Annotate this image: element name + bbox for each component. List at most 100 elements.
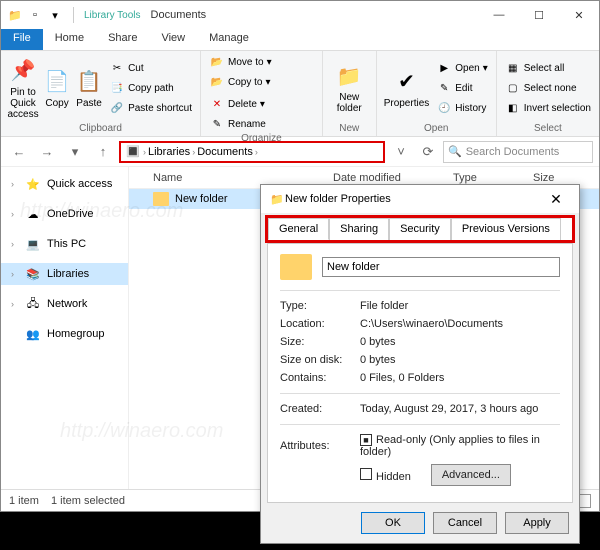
- advanced-button[interactable]: Advanced...: [431, 464, 511, 486]
- search-input[interactable]: 🔍 Search Documents: [443, 141, 593, 163]
- copy-to-button[interactable]: 📂Copy to▾: [207, 73, 274, 91]
- nav-homegroup[interactable]: 👥Homegroup: [1, 323, 128, 345]
- open-icon: ▶: [436, 60, 452, 76]
- invert-selection-button[interactable]: ◧Invert selection: [503, 99, 593, 117]
- paste-label: Paste: [76, 98, 102, 109]
- window-title: Documents: [147, 9, 479, 21]
- dialog-buttons: OK Cancel Apply: [261, 503, 579, 543]
- navigation-pane: ›⭐Quick access ›☁OneDrive ›💻This PC ›📚Li…: [1, 167, 129, 489]
- copy-path-button[interactable]: 📑Copy path: [107, 79, 194, 97]
- dialog-close-button[interactable]: ✕: [541, 191, 571, 208]
- qat-icon[interactable]: ▫: [27, 7, 43, 23]
- move-to-button[interactable]: 📂Move to▾: [207, 53, 274, 71]
- rename-icon: ✎: [209, 116, 225, 132]
- col-date[interactable]: Date modified: [333, 172, 453, 184]
- breadcrumb-root-icon[interactable]: 🔳: [125, 144, 141, 160]
- folder-icon: 📁: [269, 191, 285, 207]
- cut-button[interactable]: ✂Cut: [107, 59, 194, 77]
- size-value: 0 bytes: [360, 336, 560, 348]
- nav-quick-access[interactable]: ›⭐Quick access: [1, 173, 128, 195]
- paste-shortcut-button[interactable]: 🔗Paste shortcut: [107, 99, 194, 117]
- tab-home[interactable]: Home: [43, 29, 96, 50]
- delete-button[interactable]: ✕Delete▾: [207, 95, 268, 113]
- copy-path-icon: 📑: [109, 80, 125, 96]
- recent-locations-button[interactable]: ▾: [63, 140, 87, 164]
- status-selected: 1 item selected: [51, 495, 125, 507]
- tab-previous-versions[interactable]: Previous Versions: [451, 218, 561, 240]
- cancel-button[interactable]: Cancel: [433, 512, 497, 534]
- apply-button[interactable]: Apply: [505, 512, 569, 534]
- col-size[interactable]: Size: [533, 172, 583, 184]
- history-button[interactable]: 🕘History: [434, 99, 490, 117]
- size-label: Size:: [280, 336, 360, 348]
- minimize-button[interactable]: —: [479, 1, 519, 29]
- nav-onedrive[interactable]: ›☁OneDrive: [1, 203, 128, 225]
- chevron-down-icon: ▾: [265, 77, 270, 88]
- onedrive-icon: ☁: [25, 206, 41, 222]
- tab-general[interactable]: General: [268, 218, 329, 240]
- tab-share[interactable]: Share: [96, 29, 149, 50]
- dialog-title: New folder Properties: [285, 193, 541, 205]
- select-group-label: Select: [503, 123, 593, 134]
- open-group-label: Open: [383, 123, 490, 134]
- up-button[interactable]: ↑: [91, 140, 115, 164]
- select-all-button[interactable]: ▦Select all: [503, 59, 593, 77]
- type-value: File folder: [360, 300, 560, 312]
- history-dropdown-button[interactable]: ˅: [389, 140, 413, 164]
- tab-file[interactable]: File: [1, 29, 43, 50]
- hidden-label: Hidden: [376, 471, 411, 483]
- qat-dropdown-icon[interactable]: ▾: [47, 7, 63, 23]
- open-button[interactable]: ▶Open▾: [434, 59, 490, 77]
- edit-icon: ✎: [436, 80, 452, 96]
- network-icon: 🖧: [25, 296, 41, 312]
- ok-button[interactable]: OK: [361, 512, 425, 534]
- select-none-button[interactable]: ▢Select none: [503, 79, 593, 97]
- breadcrumb[interactable]: 🔳 › Libraries › Documents ›: [119, 141, 385, 163]
- edit-button[interactable]: ✎Edit: [434, 79, 490, 97]
- properties-button[interactable]: ✔ Properties: [383, 53, 431, 123]
- close-button[interactable]: ✕: [559, 1, 599, 29]
- new-group-label: New: [329, 123, 370, 134]
- pin-to-quick-access-button[interactable]: 📌 Pin to Quick access: [7, 53, 39, 123]
- breadcrumb-documents[interactable]: Documents: [197, 146, 253, 158]
- breadcrumb-sep: ›: [143, 147, 146, 157]
- delete-icon: ✕: [209, 96, 225, 112]
- select-all-icon: ▦: [505, 60, 521, 76]
- select-none-icon: ▢: [505, 80, 521, 96]
- maximize-button[interactable]: ☐: [519, 1, 559, 29]
- col-name[interactable]: Name: [153, 172, 333, 184]
- search-icon: 🔍: [448, 145, 462, 158]
- created-value: Today, August 29, 2017, 3 hours ago: [360, 403, 560, 415]
- nav-libraries[interactable]: ›📚Libraries: [1, 263, 128, 285]
- dialog-titlebar: 📁 New folder Properties ✕: [261, 185, 579, 213]
- attributes-label: Attributes:: [280, 440, 360, 452]
- ribbon-tabs: File Home Share View Manage: [1, 29, 599, 51]
- forward-button[interactable]: →: [35, 140, 59, 164]
- shortcut-icon: 🔗: [109, 100, 125, 116]
- rename-button[interactable]: ✎Rename: [207, 115, 268, 133]
- tab-manage[interactable]: Manage: [197, 29, 261, 50]
- pc-icon: 💻: [25, 236, 41, 252]
- readonly-checkbox[interactable]: ■: [360, 434, 372, 446]
- copy-button[interactable]: 📄 Copy: [43, 53, 71, 123]
- chevron-down-icon: ▾: [483, 63, 488, 74]
- hidden-checkbox[interactable]: [360, 468, 372, 480]
- folder-name-input[interactable]: [322, 257, 560, 277]
- pin-label: Pin to Quick access: [7, 87, 39, 120]
- paste-icon: 📋: [75, 68, 103, 96]
- tab-view[interactable]: View: [149, 29, 197, 50]
- address-bar: ← → ▾ ↑ 🔳 › Libraries › Documents › ˅ ⟳ …: [1, 137, 599, 167]
- contextual-tab-label: Library Tools: [78, 8, 147, 23]
- paste-button[interactable]: 📋 Paste: [75, 53, 103, 123]
- breadcrumb-libraries[interactable]: Libraries: [148, 146, 190, 158]
- col-type[interactable]: Type: [453, 172, 533, 184]
- refresh-button[interactable]: ⟳: [417, 140, 439, 164]
- tab-sharing[interactable]: Sharing: [329, 218, 389, 240]
- nav-network[interactable]: ›🖧Network: [1, 293, 128, 315]
- status-count: 1 item: [9, 495, 39, 507]
- back-button[interactable]: ←: [7, 140, 31, 164]
- nav-this-pc[interactable]: ›💻This PC: [1, 233, 128, 255]
- new-folder-button[interactable]: 📁 New folder: [329, 53, 370, 123]
- tab-security[interactable]: Security: [389, 218, 451, 240]
- app-icon: 📁: [7, 7, 23, 23]
